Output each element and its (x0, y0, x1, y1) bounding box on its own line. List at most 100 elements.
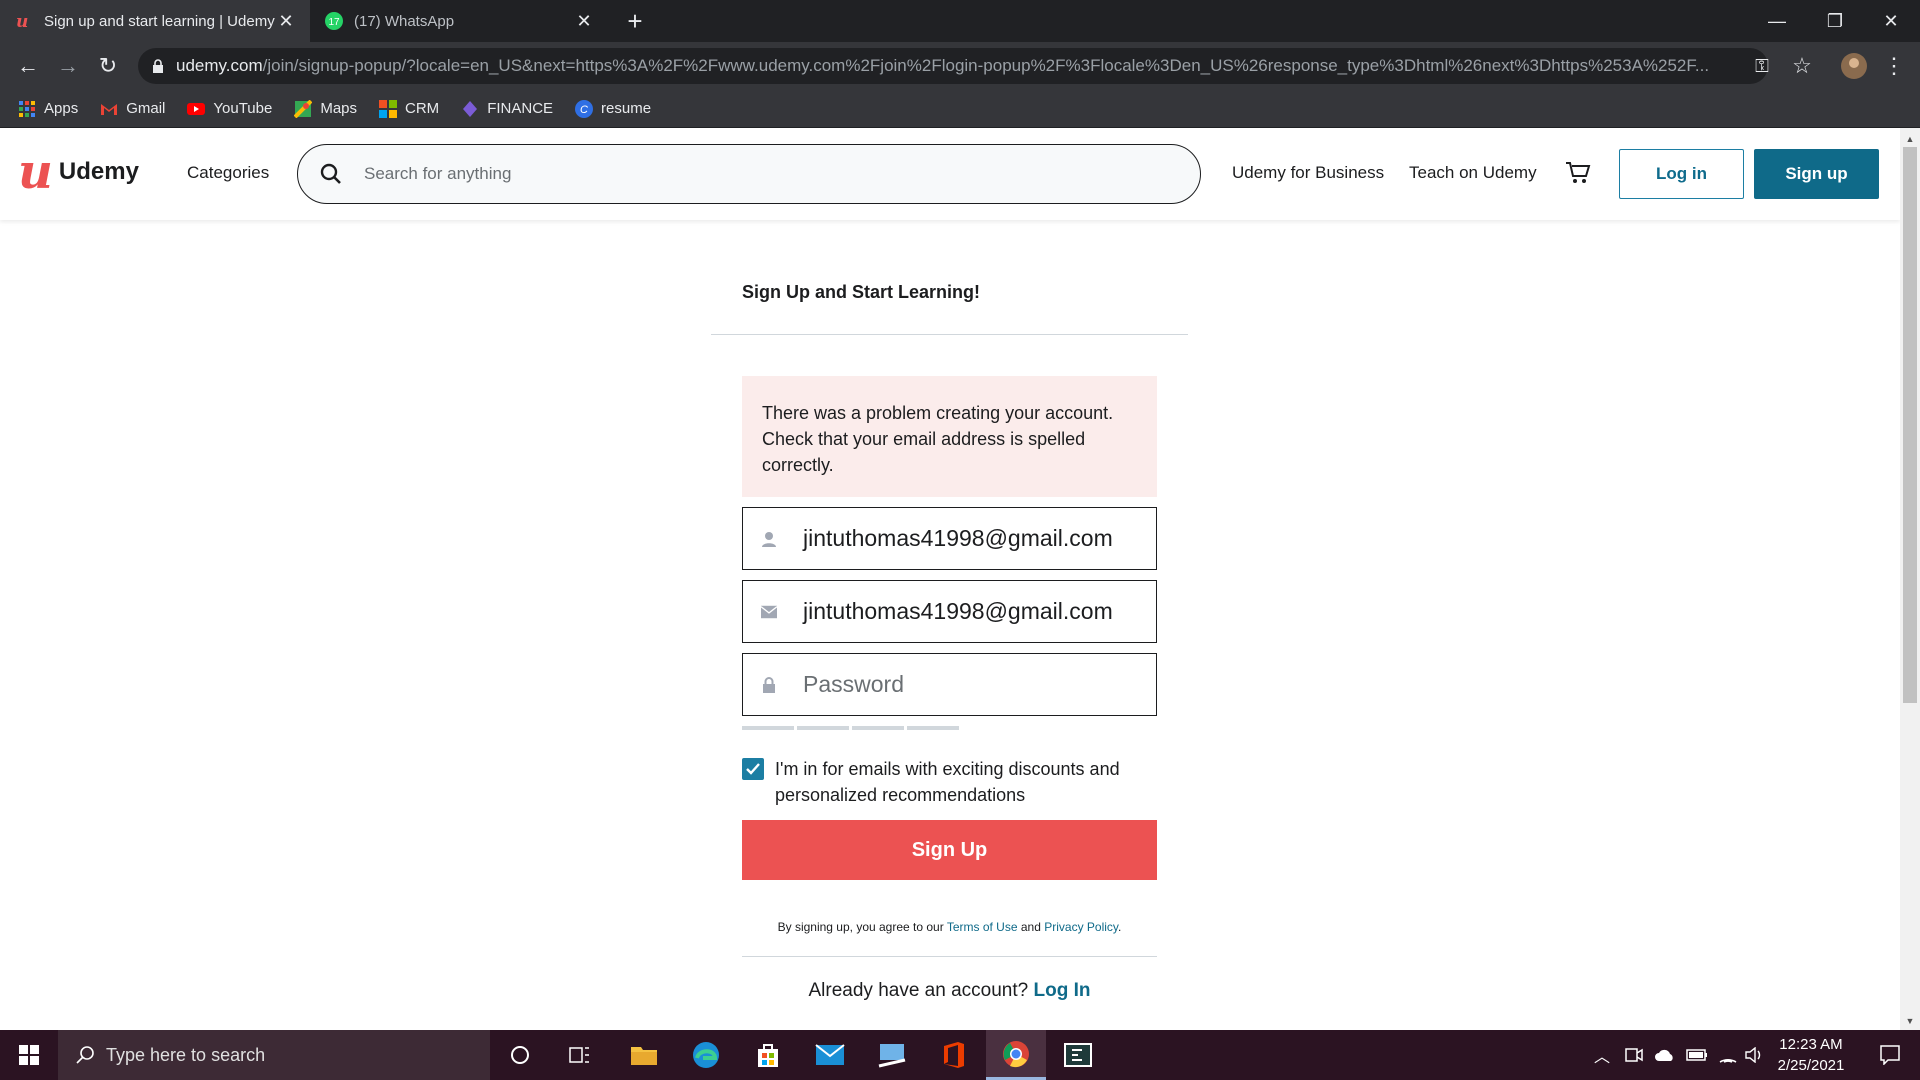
bookmark-youtube[interactable]: YouTube (187, 100, 272, 118)
bookmark-finance[interactable]: FINANCE (461, 100, 553, 118)
error-alert: There was a problem creating your accoun… (742, 376, 1157, 497)
search-bar[interactable] (297, 144, 1201, 204)
url-path: /join/signup-popup/?locale=en_US&next=ht… (262, 56, 1710, 75)
udemy-logo-mark: u (18, 144, 53, 200)
checkmark-icon (746, 763, 760, 775)
bookmark-crm[interactable]: CRM (379, 99, 440, 118)
bookmark-resume[interactable]: C resume (575, 99, 651, 118)
whatsapp-favicon: 17 (324, 11, 344, 31)
already-have-account: Already have an account? Log In (742, 980, 1157, 1002)
url-host: udemy.com (176, 56, 263, 75)
teach-on-udemy-link[interactable]: Teach on Udemy (1409, 163, 1537, 183)
close-tab-icon[interactable]: ✕ (276, 11, 296, 32)
cart-icon[interactable] (1565, 161, 1591, 190)
password-strength-bar (907, 726, 959, 730)
email-optin-label[interactable]: I'm in for emails with exciting discount… (775, 756, 1155, 808)
restore-icon[interactable]: ❐ (1806, 0, 1864, 42)
mail-icon[interactable] (800, 1030, 860, 1080)
bookmark-label: YouTube (213, 100, 273, 117)
bookmark-apps[interactable]: Apps (18, 100, 78, 118)
url-field[interactable]: udemy.com/join/signup-popup/?locale=en_U… (138, 48, 1768, 84)
email-field[interactable]: jintuthomas41998@gmail.com (742, 580, 1157, 643)
categories-link[interactable]: Categories (187, 163, 269, 183)
store-icon[interactable] (738, 1030, 798, 1080)
office-icon[interactable] (924, 1030, 984, 1080)
scroll-up-icon[interactable]: ▲ (1900, 130, 1920, 148)
task-view-icon[interactable] (550, 1030, 610, 1080)
privacy-link[interactable]: Privacy Policy (1044, 920, 1118, 934)
reload-icon[interactable]: ↻ (94, 52, 122, 80)
taskbar-search-placeholder: Type here to search (106, 1044, 266, 1065)
maps-icon (293, 99, 313, 118)
star-icon[interactable]: ☆ (1788, 52, 1816, 80)
key-icon[interactable]: ⚿ (1748, 52, 1776, 80)
svg-text:C: C (580, 104, 588, 116)
back-icon[interactable]: ← (14, 52, 42, 80)
menu-icon[interactable]: ⋮ (1880, 52, 1908, 80)
taskbar-search[interactable]: Type here to search (58, 1030, 490, 1080)
legal-and: and (1020, 920, 1041, 934)
full-name-value: jintuthomas41998@gmail.com (803, 525, 1113, 551)
tab-udemy[interactable]: u Sign up and start learning | Udemy ✕ (0, 0, 310, 42)
udemy-favicon: u (14, 11, 34, 31)
file-explorer-icon[interactable] (614, 1030, 674, 1080)
legal-period: . (1118, 920, 1122, 934)
resume-icon: C (575, 99, 594, 118)
full-name-field[interactable]: jintuthomas41998@gmail.com (742, 507, 1157, 570)
wifi-icon[interactable] (1714, 1030, 1742, 1080)
notifications-icon[interactable] (1862, 1030, 1918, 1080)
svg-text:u: u (16, 12, 28, 30)
legal-text: By signing up, you agree to our Terms of… (742, 920, 1157, 934)
close-window-icon[interactable]: ✕ (1862, 0, 1920, 42)
password-placeholder: Password (803, 671, 904, 697)
edge-icon[interactable] (676, 1030, 736, 1080)
bookmark-label: Gmail (126, 100, 166, 117)
bookmark-gmail[interactable]: Gmail (100, 100, 165, 118)
search-input[interactable] (364, 164, 1164, 184)
taskbar-clock[interactable]: 12:23 AM 2/25/2021 (1764, 1034, 1858, 1076)
scroll-down-icon[interactable]: ▼ (1900, 1012, 1920, 1030)
close-tab-icon[interactable]: ✕ (574, 11, 594, 32)
search-icon[interactable] (320, 163, 342, 185)
cortana-icon[interactable] (490, 1030, 550, 1080)
password-strength-bar (852, 726, 904, 730)
signup-button[interactable]: Sign up (1754, 149, 1879, 199)
terminal-app-icon[interactable] (1048, 1030, 1108, 1080)
gmail-icon (100, 100, 118, 118)
password-strength-bar (797, 726, 849, 730)
email-optin-checkbox[interactable] (742, 758, 764, 780)
battery-icon[interactable] (1682, 1030, 1712, 1080)
email-value: jintuthomas41998@gmail.com (803, 598, 1113, 624)
windows-start-icon[interactable] (0, 1030, 58, 1080)
apps-grid-icon (18, 100, 36, 118)
bookmark-label: Maps (320, 100, 358, 117)
bookmark-maps[interactable]: Maps (293, 99, 358, 118)
divider (742, 956, 1157, 957)
login-link[interactable]: Log In (1034, 980, 1091, 1001)
meet-now-icon[interactable] (1620, 1030, 1648, 1080)
bookmark-label: FINANCE (487, 100, 554, 117)
forward-icon[interactable]: → (54, 52, 82, 80)
password-field[interactable]: Password (742, 653, 1157, 716)
submit-signup-button[interactable]: Sign Up (742, 820, 1157, 880)
search-icon (76, 1045, 96, 1065)
udemy-logo[interactable]: u Udemy (18, 144, 139, 200)
bookmark-label: CRM (405, 100, 440, 117)
onedrive-icon[interactable] (1650, 1030, 1680, 1080)
remote-desktop-icon[interactable] (862, 1030, 922, 1080)
finance-icon (461, 100, 479, 118)
minimize-icon[interactable]: — (1748, 0, 1806, 42)
lock-icon (761, 676, 777, 694)
login-button[interactable]: Log in (1619, 149, 1744, 199)
scrollbar-thumb[interactable] (1903, 147, 1917, 703)
chevron-up-icon[interactable]: ︿ (1588, 1030, 1616, 1080)
tab-whatsapp[interactable]: 17 (17) WhatsApp ✕ (310, 0, 608, 42)
chrome-icon[interactable] (986, 1030, 1046, 1080)
udemy-for-business-link[interactable]: Udemy for Business (1232, 163, 1384, 183)
tab-label: Sign up and start learning | Udemy (44, 12, 275, 30)
terms-link[interactable]: Terms of Use (947, 920, 1018, 934)
clock-time: 12:23 AM (1779, 1036, 1843, 1053)
volume-icon[interactable] (1742, 1030, 1766, 1080)
new-tab-icon[interactable]: + (620, 6, 650, 36)
avatar[interactable] (1840, 52, 1868, 80)
